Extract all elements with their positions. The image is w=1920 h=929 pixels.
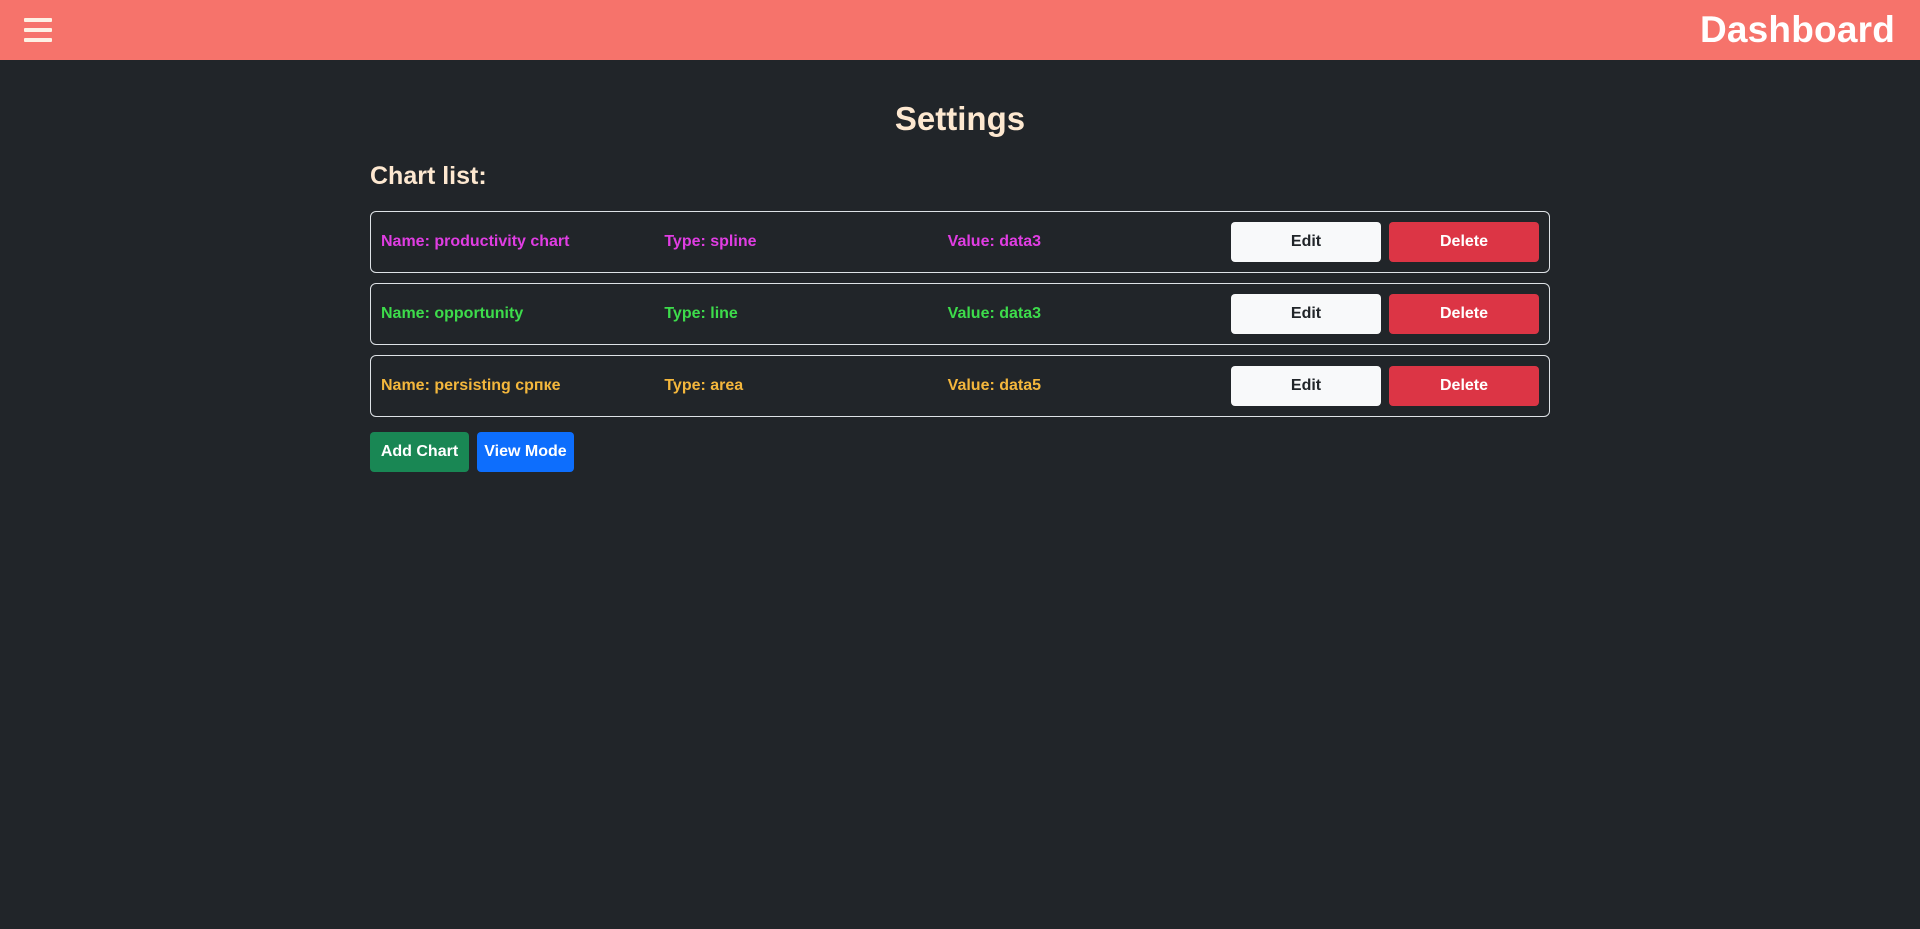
delete-button[interactable]: Delete [1389, 366, 1539, 406]
chart-list: Name: productivity chart Type: spline Va… [370, 211, 1550, 417]
chart-list-item: Name: persisting српке Type: area Value:… [370, 355, 1550, 417]
row-actions: Edit Delete [1231, 222, 1539, 262]
settings-content: Settings Chart list: Name: productivity … [370, 60, 1550, 472]
delete-button[interactable]: Delete [1389, 222, 1539, 262]
delete-button[interactable]: Delete [1389, 294, 1539, 334]
hamburger-menu-icon[interactable] [24, 16, 52, 44]
chart-type: Type: line [664, 305, 738, 322]
row-actions: Edit Delete [1231, 366, 1539, 406]
page-title: Settings [894, 100, 1026, 137]
add-chart-button[interactable]: Add Chart [370, 432, 469, 472]
chart-type: Type: area [664, 377, 744, 394]
chart-list-heading: Chart list: [370, 162, 487, 190]
edit-button[interactable]: Edit [1231, 222, 1381, 262]
view-mode-button[interactable]: View Mode [477, 432, 574, 472]
edit-button[interactable]: Edit [1231, 366, 1381, 406]
chart-name: Name: opportunity [381, 305, 524, 322]
menu-bar-line [24, 38, 52, 42]
menu-bar-line [24, 28, 52, 32]
chart-list-item: Name: productivity chart Type: spline Va… [370, 211, 1550, 273]
top-navbar: Dashboard [0, 0, 1920, 60]
chart-value: Value: data3 [947, 233, 1042, 250]
page-actions: Add Chart View Mode [370, 432, 1550, 472]
menu-bar-line [24, 18, 52, 22]
chart-list-item: Name: opportunity Type: line Value: data… [370, 283, 1550, 345]
chart-value: Value: data3 [947, 305, 1042, 322]
edit-button[interactable]: Edit [1231, 294, 1381, 334]
chart-value: Value: data5 [947, 377, 1042, 394]
app-title[interactable]: Dashboard [1700, 9, 1895, 51]
chart-name: Name: productivity chart [381, 233, 570, 250]
chart-name: Name: persisting српке [381, 377, 561, 394]
row-actions: Edit Delete [1231, 294, 1539, 334]
chart-type: Type: spline [664, 233, 757, 250]
